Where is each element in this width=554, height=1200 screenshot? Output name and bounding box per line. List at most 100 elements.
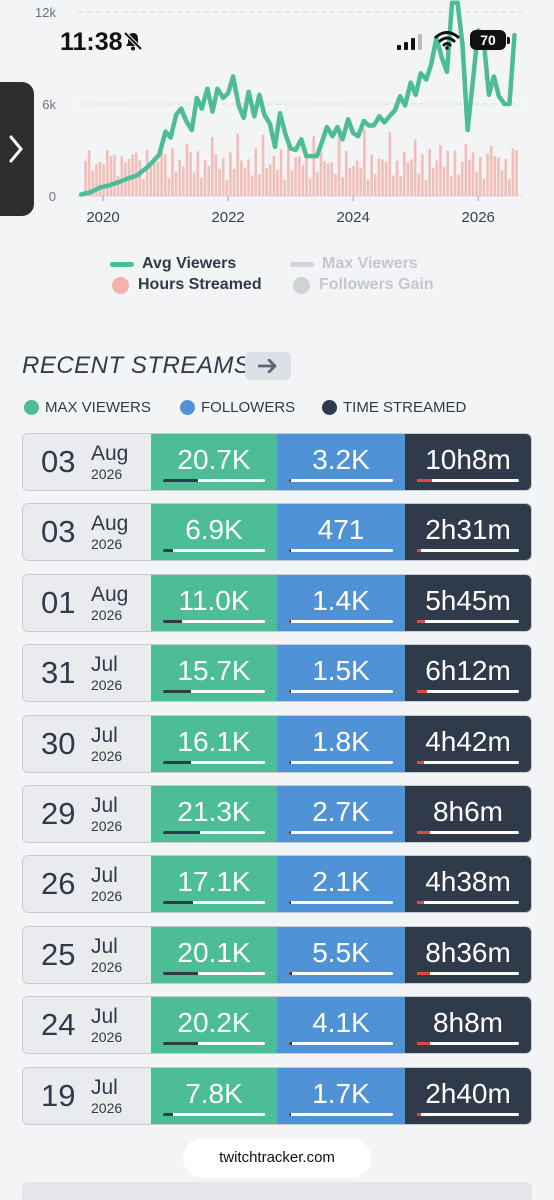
key-label: TIME STREAMED (343, 399, 467, 416)
hours-streamed-bar (431, 168, 435, 196)
side-drawer-handle[interactable] (0, 82, 34, 216)
bar-fill (289, 619, 291, 623)
hours-streamed-bar (511, 148, 515, 196)
stream-month: Aug (91, 442, 129, 465)
bar-fill (289, 1112, 291, 1116)
hours-streamed-bar (464, 143, 468, 196)
key-label: FOLLOWERS (201, 399, 296, 416)
bar-fill (163, 1042, 198, 1046)
hours-streamed-bar (435, 160, 439, 196)
hours-streamed-bar (272, 155, 276, 196)
hours-streamed-bar (377, 158, 381, 196)
hours-streamed-bar (363, 129, 366, 196)
bar-fill (289, 971, 293, 975)
stream-row[interactable]: 03 Aug 2026 6.9K 471 2h31m (22, 503, 532, 562)
followers-value: 1.8K (312, 725, 370, 757)
followers-cell: 1.4K (277, 574, 405, 631)
max-viewers-bar (163, 1042, 265, 1046)
hours-streamed-bar (413, 139, 417, 196)
max-viewers-cell: 11.0K (151, 574, 277, 631)
bar-fill (417, 619, 426, 623)
time-streamed-value: 6h12m (425, 655, 511, 687)
stream-day: 31 (41, 655, 76, 691)
stream-row[interactable]: 01 Aug 2026 11.0K 1.4K 5h45m (22, 573, 532, 632)
hours-streamed-bar (109, 155, 113, 196)
hours-streamed-bar (442, 166, 446, 196)
hours-streamed-bar (149, 166, 153, 196)
hours-streamed-bar (388, 132, 392, 196)
hours-streamed-bar (479, 156, 482, 196)
stream-date: 31 Jul 2026 (23, 645, 151, 702)
hours-streamed-bar (145, 150, 149, 196)
hours-streamed-bar (424, 180, 428, 196)
hours-streamed-bar (493, 155, 497, 196)
followers-bar (289, 901, 393, 905)
hours-streamed-bar (113, 155, 116, 196)
hours-streamed-bar (392, 175, 395, 196)
hours-streamed-bar (486, 153, 489, 196)
hours-streamed-bar (283, 179, 287, 196)
stream-row[interactable]: 19 Jul 2026 7.8K 1.7K 2h40m (22, 1066, 532, 1125)
time-streamed-cell: 4h42m (405, 715, 531, 772)
stream-row[interactable]: 25 Jul 2026 20.1K 5.5K 8h36m (22, 925, 532, 984)
hours-streamed-bar (232, 168, 236, 196)
hours-streamed-bar (345, 150, 348, 196)
legend-max-viewers[interactable]: Max Viewers (290, 255, 418, 273)
hours-streamed-bar (105, 150, 109, 196)
hours-streamed-bar (225, 180, 229, 196)
stream-month: Aug (91, 512, 129, 536)
hours-streamed-bar (319, 151, 323, 196)
legend-avg-viewers[interactable]: Avg Viewers (110, 255, 236, 273)
legend-swatch (110, 261, 134, 267)
legend-followers-gain[interactable]: Followers Gain (293, 276, 434, 294)
stream-row[interactable]: 31 Jul 2026 15.7K 1.5K 6h12m (22, 644, 532, 703)
max-viewers-bar (163, 971, 265, 975)
legend-dot (112, 276, 129, 294)
stream-row[interactable]: 24 Jul 2026 20.2K 4.1K 8h8m (22, 996, 532, 1055)
followers-value: 471 (317, 514, 365, 546)
time-streamed-value: 8h8m (432, 1007, 504, 1039)
stream-row[interactable]: 29 Jul 2026 21.3K 2.7K 8h6m (22, 785, 532, 843)
hours-streamed-bar (399, 175, 402, 196)
hours-streamed-bar (116, 176, 120, 196)
hours-streamed-bar (102, 164, 105, 196)
hours-streamed-bar (326, 163, 330, 196)
time-streamed-bar (417, 1042, 519, 1046)
time-streamed-value: 2h31m (425, 514, 511, 546)
time-streamed-value: 4h42m (425, 725, 511, 757)
bar-fill (417, 479, 433, 482)
max-viewers-bar (163, 549, 265, 553)
stream-day: 19 (41, 1077, 76, 1113)
recent-streams-more-button[interactable] (245, 352, 291, 380)
hours-streamed-bar (330, 162, 334, 196)
stream-date: 25 Jul 2026 (23, 926, 151, 983)
followers-cell: 1.8K (277, 715, 405, 772)
stream-day: 01 (41, 584, 76, 620)
followers-value: 4.1K (312, 1007, 370, 1039)
stream-date: 19 Jul 2026 (23, 1067, 151, 1124)
hours-streamed-bar (460, 161, 464, 196)
hours-streamed-bar (229, 152, 232, 196)
legend-hours-streamed[interactable]: Hours Streamed (112, 276, 262, 294)
hours-streamed-bar (294, 157, 297, 196)
bar-fill (163, 1112, 174, 1116)
hours-streamed-bar (84, 161, 87, 196)
hours-streamed-bar (323, 160, 326, 196)
hours-streamed-bar (341, 177, 345, 196)
site-footer-link[interactable]: twitchtracker.com (183, 1138, 371, 1178)
status-bar: 11:38 70 (0, 0, 554, 70)
y-tick-label: 0 (49, 189, 56, 204)
max-viewers-bar (163, 619, 265, 623)
hours-streamed-bar (421, 154, 424, 196)
hours-streamed-bar (120, 156, 124, 196)
stream-row[interactable]: 26 Jul 2026 17.1K 2.1K 4h38m (22, 855, 532, 914)
max-viewers-bar (163, 1112, 265, 1116)
stream-row[interactable]: 30 Jul 2026 16.1K 1.8K 4h42m (22, 714, 532, 773)
time-streamed-bar (417, 549, 519, 553)
stream-day: 03 (41, 444, 76, 479)
max-viewers-bar (163, 760, 265, 764)
max-viewers-cell: 6.9K (151, 504, 277, 561)
stream-day: 24 (41, 1007, 76, 1043)
hours-streamed-bar (305, 154, 308, 196)
stream-row[interactable]: 03 Aug 2026 20.7K 3.2K 10h8m (22, 433, 532, 491)
